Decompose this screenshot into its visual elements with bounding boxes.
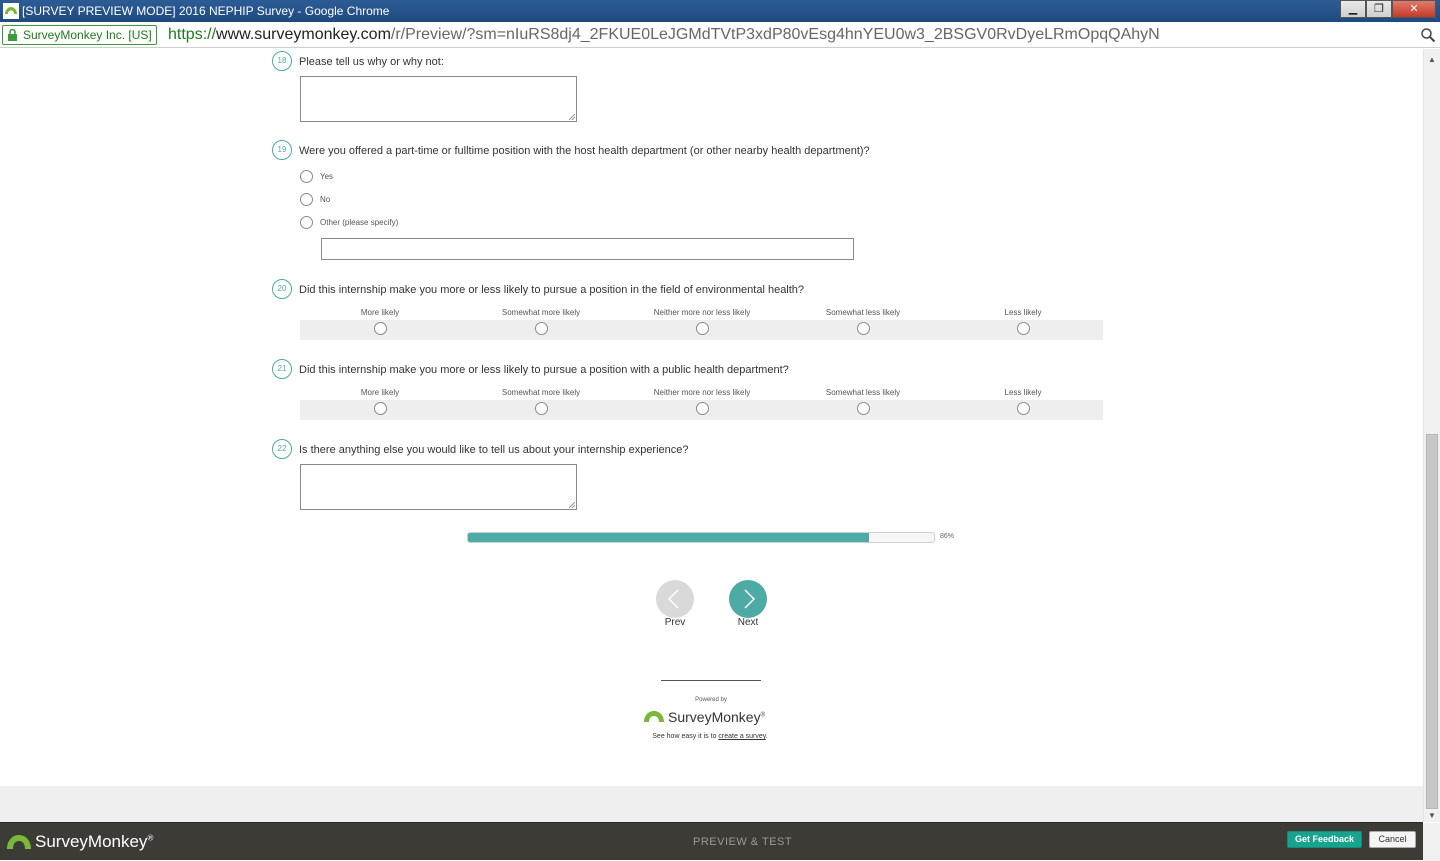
radio-somewhat-less-likely[interactable]	[857, 402, 870, 415]
next-label[interactable]: Next	[718, 617, 778, 628]
footer-tagline: See how easy it is to create a survey.	[652, 733, 768, 740]
chevron-right-icon	[744, 589, 756, 609]
progress-bar	[467, 532, 935, 543]
security-label: SurveyMonkey Inc. [US]	[23, 28, 152, 42]
radio-somewhat-more-likely[interactable]	[535, 402, 548, 415]
powered-by-label: Powered by	[695, 697, 727, 703]
url-text[interactable]: https://www.surveymonkey.com/r/Preview/?…	[168, 25, 1160, 45]
address-bar[interactable]: SurveyMonkey Inc. [US] https://www.surve…	[0, 22, 1440, 48]
page-footer-band	[0, 786, 1423, 822]
column-label: Neither more nor less likely	[653, 388, 751, 397]
url-scheme: https://	[168, 26, 217, 43]
vertical-scrollbar[interactable]: ▲ ▼	[1423, 49, 1440, 822]
column-label: Somewhat more likely	[501, 308, 581, 317]
security-badge[interactable]: SurveyMonkey Inc. [US]	[2, 25, 157, 45]
question-number: 19	[272, 140, 292, 160]
column-label: Less likely	[1004, 308, 1042, 317]
option-label[interactable]: Other (please specify)	[320, 218, 398, 227]
radio-somewhat-less-likely[interactable]	[857, 322, 870, 335]
cancel-button[interactable]: Cancel	[1369, 831, 1416, 848]
next-button[interactable]	[729, 580, 767, 618]
radio-no[interactable]	[300, 193, 313, 206]
maximize-button[interactable]: ❐	[1366, 0, 1392, 18]
window-title: [SURVEY PREVIEW MODE] 2016 NEPHIP Survey…	[22, 4, 390, 18]
radio-yes[interactable]	[300, 170, 313, 183]
progress-fill	[468, 533, 869, 542]
zoom-icon[interactable]	[1420, 27, 1436, 43]
question-number: 22	[272, 439, 292, 459]
radio-other[interactable]	[300, 216, 313, 229]
url-path: /r/Preview/?sm=nIuRS8dj4_2FKUE0LeJGMdTVt…	[390, 26, 1160, 43]
question-text: Did this internship make you more or les…	[299, 364, 789, 376]
survey-page: 18 Please tell us why or why not: 19 Wer…	[0, 49, 1423, 786]
close-window-button[interactable]: ✕	[1392, 0, 1436, 18]
resize-grip[interactable]	[569, 502, 575, 508]
question-number: 21	[272, 359, 292, 379]
radio-neither[interactable]	[696, 322, 709, 335]
preview-bar-brand: SurveyMonkey®	[35, 832, 154, 851]
option-label[interactable]: Yes	[320, 172, 333, 181]
chevron-left-icon	[667, 589, 679, 609]
question-text: Is there anything else you would like to…	[299, 444, 689, 456]
create-survey-link[interactable]: create a survey	[718, 733, 765, 740]
comment-textarea[interactable]	[300, 76, 577, 122]
footer-divider	[661, 680, 761, 681]
question-text: Were you offered a part-time or fulltime…	[299, 145, 870, 157]
scroll-thumb[interactable]	[1426, 434, 1438, 809]
prev-button[interactable]	[656, 580, 694, 618]
radio-less-likely[interactable]	[1017, 402, 1030, 415]
column-label: Neither more nor less likely	[653, 308, 751, 317]
scrollbar-corner	[1423, 823, 1440, 861]
other-specify-input[interactable]	[321, 238, 854, 260]
comment-textarea[interactable]	[300, 464, 577, 510]
preview-mode-label: PREVIEW & TEST	[693, 836, 793, 848]
minimize-button[interactable]: ▁	[1340, 0, 1366, 18]
radio-somewhat-more-likely[interactable]	[535, 322, 548, 335]
scroll-up-arrow[interactable]: ▲	[1428, 55, 1436, 64]
surveymonkey-logo-icon[interactable]	[643, 709, 665, 723]
get-feedback-button[interactable]: Get Feedback	[1287, 831, 1362, 848]
window-title-bar: [SURVEY PREVIEW MODE] 2016 NEPHIP Survey…	[0, 0, 1440, 22]
surveymonkey-wordmark[interactable]: SurveyMonkey®	[668, 709, 765, 725]
matrix-row	[300, 320, 1103, 340]
question-number: 20	[272, 279, 292, 299]
column-label: More likely	[360, 388, 400, 397]
progress-label: 86%	[940, 533, 955, 540]
surveymonkey-icon	[7, 835, 31, 849]
radio-less-likely[interactable]	[1017, 322, 1030, 335]
preview-toolbar: SurveyMonkey® PREVIEW & TEST Get Feedbac…	[0, 822, 1440, 861]
column-label: Somewhat less likely	[825, 308, 901, 317]
radio-neither[interactable]	[696, 402, 709, 415]
column-label: More likely	[360, 308, 400, 317]
question-number: 18	[272, 51, 292, 71]
lock-icon	[8, 29, 17, 41]
scroll-down-arrow[interactable]: ▼	[1428, 811, 1436, 820]
column-label: Less likely	[1004, 388, 1042, 397]
prev-label[interactable]: Prev	[645, 617, 705, 628]
radio-more-likely[interactable]	[374, 322, 387, 335]
question-text: Please tell us why or why not:	[299, 56, 444, 68]
surveymonkey-icon	[3, 3, 19, 19]
url-host: www.surveymonkey.com	[216, 26, 391, 43]
column-label: Somewhat more likely	[501, 388, 581, 397]
question-text: Did this internship make you more or les…	[299, 284, 805, 296]
window-controls: ▁ ❐ ✕	[1340, 0, 1436, 18]
matrix-row	[300, 400, 1103, 420]
radio-more-likely[interactable]	[374, 402, 387, 415]
column-label: Somewhat less likely	[825, 388, 901, 397]
option-label[interactable]: No	[320, 195, 330, 204]
resize-grip[interactable]	[569, 114, 575, 120]
